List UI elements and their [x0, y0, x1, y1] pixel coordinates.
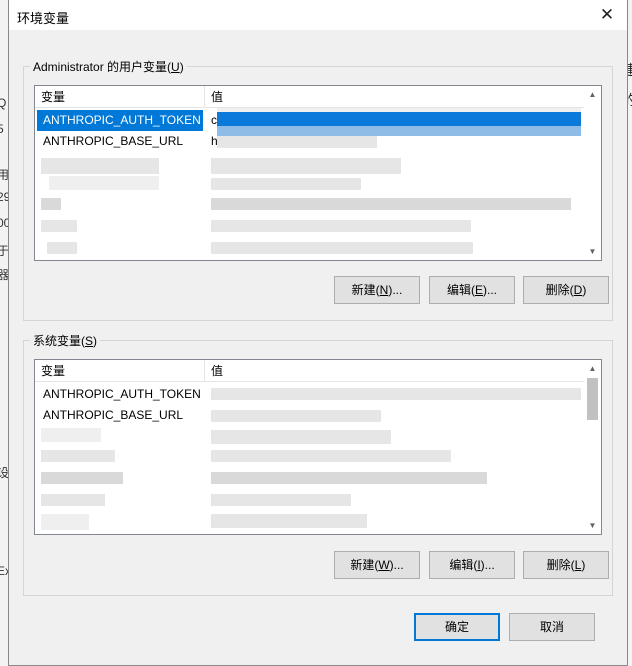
blurred-content: [41, 494, 105, 506]
cancel-button[interactable]: 取消: [509, 613, 595, 641]
scroll-down-icon[interactable]: ▼: [584, 517, 601, 534]
blurred-content: [217, 108, 581, 112]
list-header: 变量 值: [35, 360, 601, 382]
scroll-up-icon[interactable]: ▲: [584, 86, 601, 103]
blurred-content: [41, 198, 61, 210]
column-header-name[interactable]: 变量: [35, 360, 205, 382]
scroll-down-icon[interactable]: ▼: [584, 243, 601, 260]
column-header-name[interactable]: 变量: [35, 86, 205, 108]
selection-highlight: [217, 112, 581, 126]
system-delete-button[interactable]: 删除(L): [523, 551, 609, 579]
bg-fragment: Q: [0, 96, 7, 110]
scroll-up-icon[interactable]: ▲: [584, 360, 601, 377]
window-title: 环境变量: [17, 11, 70, 26]
blurred-content: [41, 158, 159, 174]
blurred-content: [41, 220, 77, 232]
close-icon[interactable]: ✕: [597, 5, 617, 25]
system-variables-group: 系统变量(S) 变量 值 ANTHROPIC_AUTH_TOKEN ANTHRO…: [23, 332, 613, 596]
variable-name: ANTHROPIC_AUTH_TOKEN: [37, 110, 203, 131]
user-new-button[interactable]: 新建(N)...: [334, 276, 420, 304]
column-header-value[interactable]: 值: [205, 360, 585, 382]
blurred-content: [47, 242, 77, 254]
bg-fragment: 5: [0, 122, 4, 136]
system-edit-button[interactable]: 编辑(I)...: [429, 551, 515, 579]
system-variables-label: 系统变量(S): [30, 332, 101, 349]
user-variables-group: Administrator 的用户变量(U) 变量 值 ANTHROPIC_AU…: [23, 58, 613, 321]
user-edit-button[interactable]: 编辑(E)...: [429, 276, 515, 304]
blurred-content: [211, 450, 451, 462]
blurred-content: [211, 178, 361, 190]
blurred-content: [211, 472, 487, 484]
system-new-button[interactable]: 新建(W)...: [334, 551, 420, 579]
blurred-content: [211, 494, 351, 506]
user-delete-button[interactable]: 删除(D): [523, 276, 609, 304]
list-header: 变量 值: [35, 86, 601, 108]
blurred-content: [41, 472, 123, 484]
environment-variables-dialog: 环境变量 ✕ Administrator 的用户变量(U) 变量 值 ANTHR…: [8, 0, 628, 666]
scrollbar-thumb[interactable]: [587, 378, 598, 420]
column-header-value[interactable]: 值: [205, 86, 585, 108]
blurred-content: [211, 242, 473, 254]
blurred-content: [49, 176, 159, 190]
variable-name: ANTHROPIC_AUTH_TOKEN: [43, 387, 201, 401]
ok-button[interactable]: 确定: [414, 613, 500, 641]
variable-name: ANTHROPIC_BASE_URL: [43, 408, 184, 422]
variable-name: ANTHROPIC_BASE_URL: [43, 134, 184, 148]
blurred-content: [211, 388, 581, 400]
blurred-content: [211, 430, 391, 444]
blurred-content: [211, 514, 367, 528]
blurred-content: [211, 410, 381, 422]
blurred-content: [217, 136, 377, 148]
vertical-scrollbar[interactable]: ▲ ▼: [584, 360, 601, 534]
vertical-scrollbar[interactable]: ▲ ▼: [584, 86, 601, 260]
blurred-content: [41, 514, 89, 530]
blurred-content: [211, 220, 471, 232]
title-bar: 环境变量 ✕: [9, 0, 627, 30]
blurred-content: [41, 428, 101, 442]
blurred-content: [41, 450, 115, 462]
user-variables-list[interactable]: 变量 值 ANTHROPIC_AUTH_TOKEN c ANTHROPIC_BA…: [34, 85, 602, 261]
user-variables-label: Administrator 的用户变量(U): [30, 58, 187, 75]
blurred-content: [211, 198, 571, 210]
blurred-content: [211, 158, 401, 174]
system-variables-list[interactable]: 变量 值 ANTHROPIC_AUTH_TOKEN ANTHROPIC_BASE…: [34, 359, 602, 535]
